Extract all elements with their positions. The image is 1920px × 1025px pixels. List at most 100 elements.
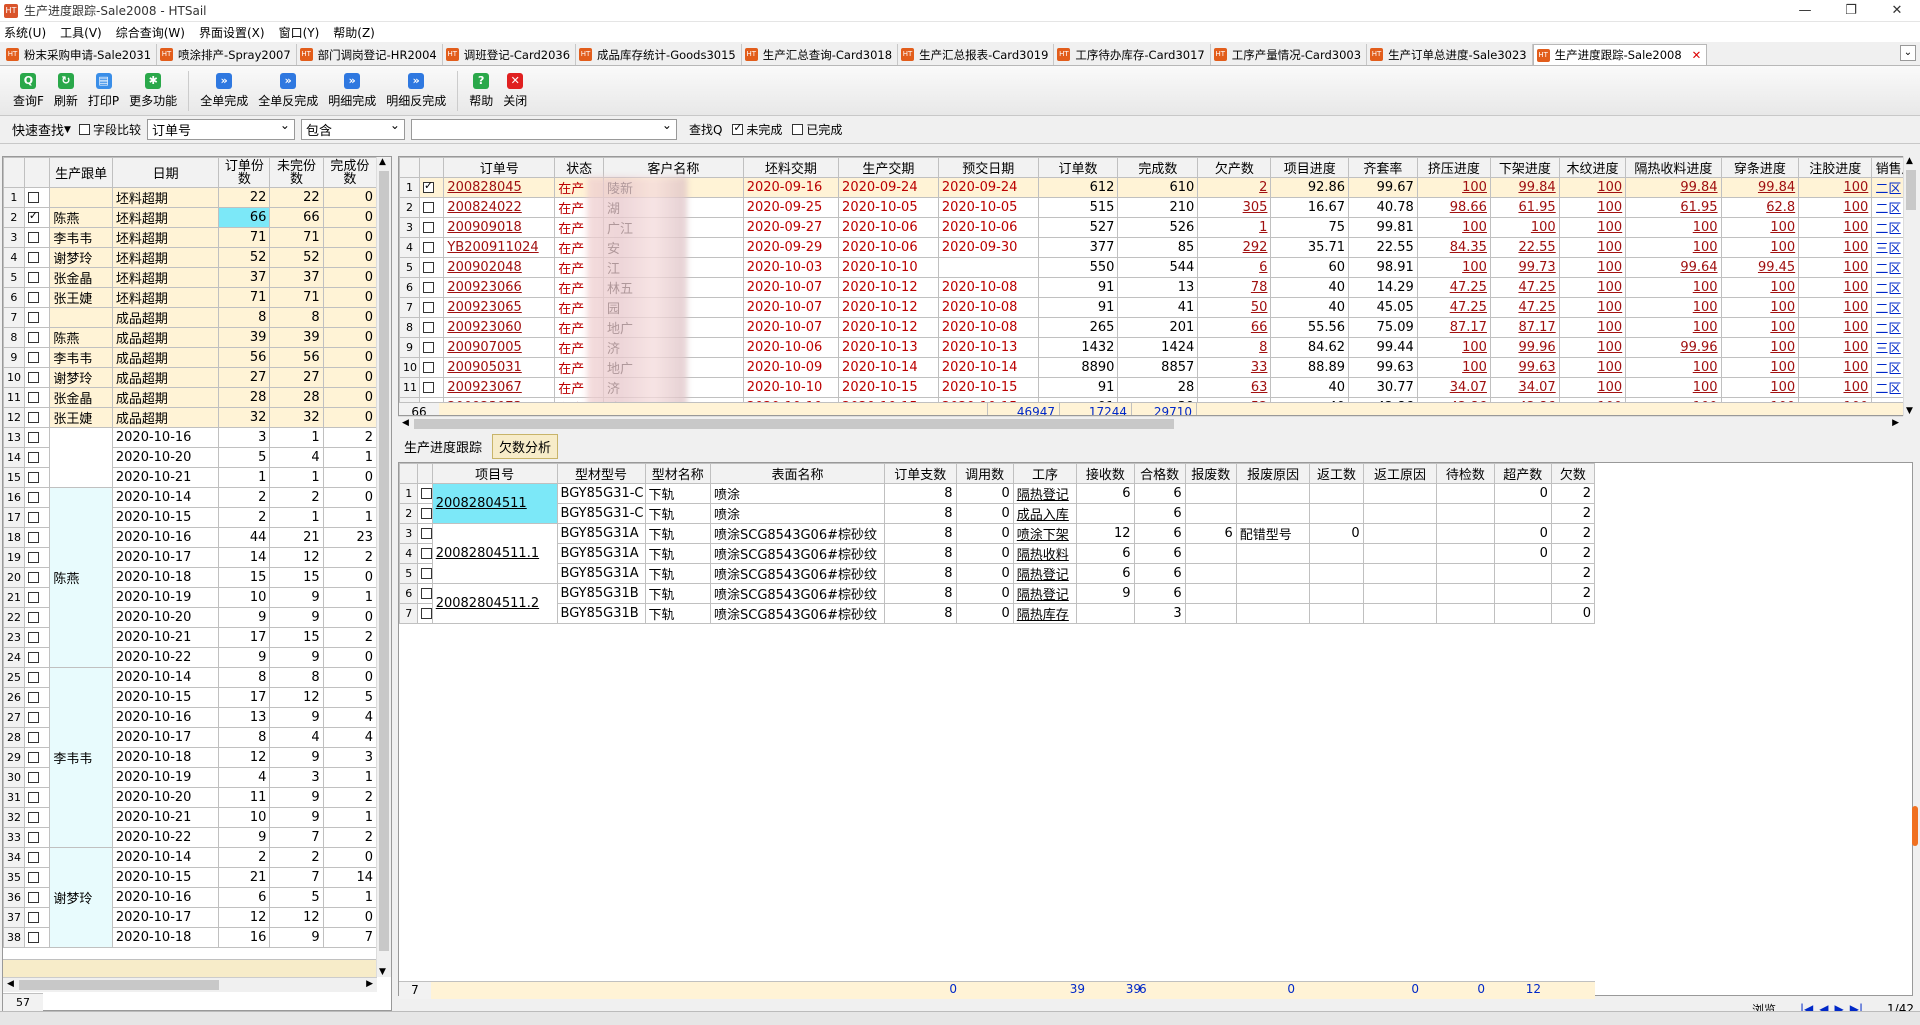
table-row[interactable]: 9 李韦韦 成品超期 56 56 0	[3, 347, 378, 368]
column-header[interactable]: 挤压进度	[1416, 157, 1491, 178]
menu-item[interactable]: 帮助(Z)	[333, 24, 375, 41]
left-hscroll-thumb[interactable]	[19, 980, 219, 990]
document-tab[interactable]: HT 生产汇总报表-Card3019	[898, 44, 1055, 65]
tab-shortage-analysis[interactable]: 欠数分析	[492, 433, 559, 459]
column-header[interactable]: 完成份数	[322, 157, 378, 188]
table-row[interactable]: 34 谢梦玲 2020-10-14 2 2 0	[3, 847, 378, 948]
menu-item[interactable]: 界面设置(X)	[199, 24, 265, 41]
order-number-link[interactable]: 200923066	[443, 277, 556, 298]
order-number-link[interactable]: 200905031	[443, 357, 556, 378]
column-header[interactable]: 工序	[1012, 463, 1078, 484]
menu-item[interactable]: 综合查询(W)	[116, 24, 185, 41]
toolbar-button[interactable]: » 全单完成	[195, 72, 253, 109]
process-link[interactable]: 成品入库	[1012, 503, 1078, 524]
row-checkbox[interactable]	[417, 583, 433, 604]
row-checkbox[interactable]	[23, 187, 51, 208]
table-row[interactable]: 10 谢梦玲 成品超期 27 27 0	[3, 367, 378, 388]
process-link[interactable]: 喷涂下架	[1012, 523, 1078, 544]
project-number-link[interactable]: 20082804511	[431, 483, 558, 524]
column-header[interactable]: 木纹进度	[1558, 157, 1627, 178]
order-number-link[interactable]: 200909018	[443, 217, 556, 238]
toolbar-button[interactable]: ✕ 关闭	[498, 72, 532, 109]
table-row[interactable]: 8 陈燕 成品超期 39 39 0	[3, 327, 378, 348]
column-header[interactable]: 生产交期	[838, 157, 939, 178]
tab-close-icon[interactable]: ✕	[1692, 48, 1702, 62]
expand-arrow-icon[interactable]: ▼	[64, 125, 71, 135]
splitter-handle[interactable]	[1912, 806, 1918, 846]
row-checkbox[interactable]	[23, 867, 51, 888]
column-header[interactable]: 待检数	[1436, 463, 1495, 484]
table-row[interactable]: 4 BGY85G31A 下轨 喷涂SCG8543G06#棕砂纹 8 0 隔热收料 6 6 0 2	[398, 543, 1596, 564]
row-checkbox[interactable]	[418, 317, 445, 338]
table-row[interactable]: 6 20082804511.2 BGY85G31B 下轨 喷涂SCG8543G06#棕砂…	[398, 583, 1596, 624]
table-row[interactable]: 25 李韦韦 2020-10-14 8 8 0	[3, 667, 378, 848]
column-header[interactable]: 生产跟单	[49, 157, 113, 188]
row-checkbox[interactable]	[417, 483, 433, 504]
row-checkbox[interactable]	[418, 357, 445, 378]
column-header[interactable]: 订单份数	[218, 157, 271, 188]
left-scroll-right-icon[interactable]: ▶	[366, 979, 373, 989]
table-row[interactable]: 12 张王婕 成品超期 32 32 0	[3, 407, 378, 428]
row-checkbox[interactable]	[23, 827, 51, 848]
column-header[interactable]: 表面名称	[709, 463, 885, 484]
column-header[interactable]: 客户名称	[603, 157, 744, 178]
row-checkbox[interactable]	[418, 337, 445, 358]
table-row[interactable]: 1 坯料超期 22 22 0	[3, 187, 378, 208]
search-field-select[interactable]: 订单号	[146, 118, 295, 140]
maximize-button[interactable]: ❐	[1828, 3, 1874, 18]
column-header[interactable]: 注胶进度	[1798, 157, 1873, 178]
row-checkbox[interactable]	[417, 603, 433, 624]
order-number-link[interactable]: YB200911024	[443, 237, 556, 258]
order-number-link[interactable]: 200907005	[443, 337, 556, 358]
column-header[interactable]: 合格数	[1133, 463, 1186, 484]
orders-vscrollbar[interactable]: ▲ ▼	[1903, 156, 1918, 416]
process-link[interactable]: 隔热库存	[1012, 603, 1078, 624]
toolbar-button[interactable]: ? 帮助	[464, 72, 498, 109]
row-checkbox[interactable]	[418, 257, 445, 278]
row-checkbox[interactable]	[23, 487, 51, 508]
column-header[interactable]: 订单数	[1037, 157, 1119, 178]
table-row[interactable]: 11 张金晶 成品超期 28 28 0	[3, 387, 378, 408]
column-header[interactable]: 报废数	[1184, 463, 1237, 484]
row-checkbox[interactable]	[23, 627, 51, 648]
row-checkbox[interactable]	[23, 467, 51, 488]
column-header[interactable]: 返工原因	[1362, 463, 1438, 484]
row-checkbox[interactable]	[418, 237, 445, 258]
row-checkbox[interactable]	[23, 847, 51, 868]
table-row[interactable]: 7 成品超期 8 8 0	[3, 307, 378, 328]
row-checkbox[interactable]	[23, 927, 51, 948]
row-checkbox[interactable]	[23, 267, 51, 288]
column-header[interactable]: 欠产数	[1197, 157, 1272, 178]
row-checkbox[interactable]	[23, 707, 51, 728]
row-checkbox[interactable]	[23, 527, 51, 548]
column-header[interactable]: 型材名称	[644, 463, 711, 484]
row-checkbox[interactable]	[23, 607, 51, 628]
tab-list-dropdown-icon[interactable]: ⌄	[1900, 45, 1916, 61]
table-row[interactable]: 16 陈燕 2020-10-14 2 2 0	[3, 487, 378, 668]
row-checkbox[interactable]	[418, 177, 445, 198]
menu-item[interactable]: 系统(U)	[4, 24, 46, 41]
table-row[interactable]: 1 20082804511 BGY85G31-C 下轨 喷涂 8 0 隔热登记 6 6 0 2	[398, 483, 1596, 524]
column-header[interactable]: 日期	[111, 157, 220, 188]
row-checkbox[interactable]	[23, 727, 51, 748]
row-checkbox[interactable]	[418, 197, 445, 218]
row-checkbox[interactable]	[23, 387, 51, 408]
column-header[interactable]: 下架进度	[1489, 157, 1560, 178]
row-checkbox[interactable]	[417, 503, 433, 524]
document-tab[interactable]: HT 工序产量情况-Card3003	[1211, 44, 1368, 65]
process-link[interactable]: 隔热登记	[1012, 483, 1078, 504]
row-checkbox[interactable]	[23, 567, 51, 588]
column-header[interactable]: 穿条进度	[1720, 157, 1800, 178]
column-header[interactable]: 欠数	[1550, 463, 1596, 484]
close-window-button[interactable]: ✕	[1874, 3, 1920, 18]
column-header[interactable]: 订单支数	[883, 463, 957, 484]
row-checkbox[interactable]	[23, 667, 51, 688]
toolbar-button[interactable]: ▤ 打印P	[83, 72, 124, 109]
document-tab[interactable]: HT 调班登记-Card2036	[443, 44, 577, 65]
column-header[interactable]: 预交日期	[937, 157, 1039, 178]
column-header[interactable]: 返工数	[1309, 463, 1364, 484]
field-compare-checkbox[interactable]	[78, 124, 90, 135]
search-value-input[interactable]	[410, 118, 677, 140]
row-checkbox[interactable]	[23, 367, 51, 388]
table-row[interactable]: 2陈燕坯料超期66660	[3, 207, 378, 228]
